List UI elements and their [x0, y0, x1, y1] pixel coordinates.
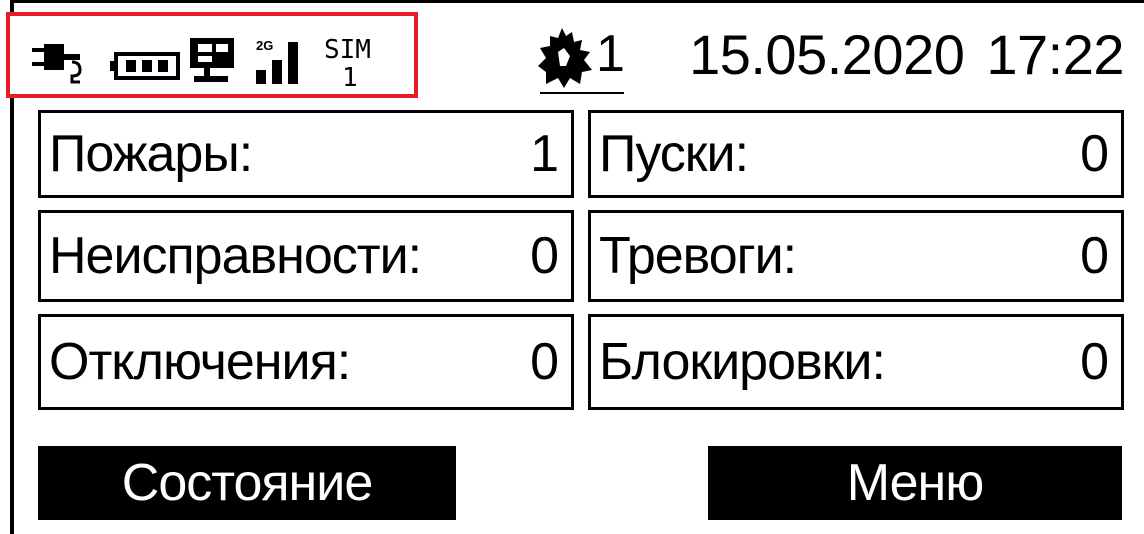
network-label: 2G [256, 38, 273, 53]
counter-value: 0 [1080, 227, 1109, 285]
sim-number: 1 [342, 63, 358, 90]
counter-label: Тревоги: [599, 227, 797, 285]
counter-faults[interactable]: Неисправности: 0 [38, 210, 574, 302]
counter-value: 1 [530, 125, 559, 183]
time: 17:22 [986, 23, 1124, 86]
counter-alarms[interactable]: Тревоги: 0 [588, 210, 1124, 302]
fire-indicator [536, 26, 594, 94]
counter-value: 0 [1080, 125, 1109, 183]
status-icons-highlight: 2G SIM 1 [6, 12, 418, 98]
counter-value: 0 [530, 333, 559, 391]
counter-disconnects[interactable]: Отключения: 0 [38, 314, 574, 410]
counter-fires[interactable]: Пожары: 1 [38, 110, 574, 198]
counter-value: 0 [1080, 333, 1109, 391]
network-pc-icon [190, 38, 238, 91]
fire-count: 1 [596, 25, 625, 83]
counter-label: Блокировки: [599, 333, 886, 391]
counter-label: Неисправности: [49, 227, 422, 285]
power-plug-icon [32, 44, 90, 89]
battery-icon [110, 52, 180, 85]
fire-hand-icon [536, 26, 594, 95]
counter-label: Пожары: [49, 125, 253, 183]
counter-blocks[interactable]: Блокировки: 0 [588, 314, 1124, 410]
counter-value: 0 [530, 227, 559, 285]
sim-label: SIM [324, 35, 371, 65]
fire-underline [540, 92, 624, 94]
counter-launches[interactable]: Пуски: 0 [588, 110, 1124, 198]
counter-label: Пуски: [599, 125, 749, 183]
signal-strength-icon: 2G [254, 38, 304, 91]
status-button[interactable]: Состояние [38, 446, 456, 520]
sim-icon: SIM 1 [322, 34, 388, 95]
date: 15.05.2020 [689, 23, 965, 86]
menu-button[interactable]: Меню [708, 446, 1122, 520]
counter-label: Отключения: [49, 333, 351, 391]
status-bar: 2G SIM 1 1 15.05.2020 17:22 [0, 0, 1144, 100]
datetime: 15.05.2020 17:22 [689, 20, 1124, 90]
